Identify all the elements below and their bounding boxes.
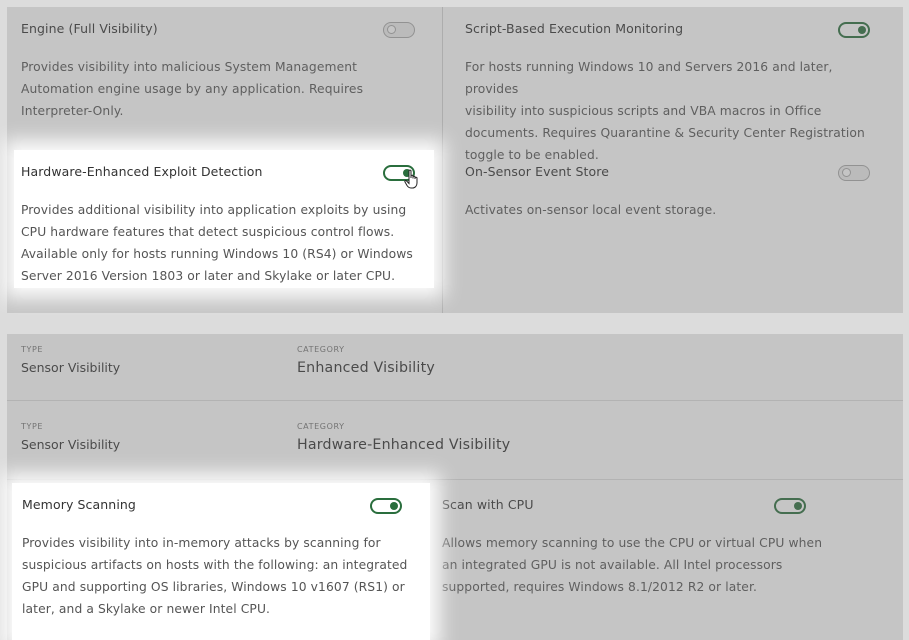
description-line: suspicious artifacts on hosts with the f… (22, 558, 408, 572)
description-line: CPU hardware features that detect suspic… (21, 225, 395, 239)
category-label: CATEGORY (297, 345, 345, 354)
setting-scan-with-cpu: Scan with CPU Allows memory scanning to … (442, 497, 862, 607)
setting-title: Hardware-Enhanced Exploit Detection (21, 164, 263, 179)
description-line: GPU and supporting OS libraries, Windows… (22, 580, 405, 594)
description-line: Provides visibility into in-memory attac… (22, 536, 381, 550)
setting-hardware-enhanced-exploit-detection: Hardware-Enhanced Exploit Detection Prov… (14, 150, 434, 288)
description-line: Provides additional visibility into appl… (21, 203, 407, 217)
type-value: Sensor Visibility (21, 437, 121, 452)
scan-with-cpu-toggle[interactable] (774, 498, 806, 514)
description-line: Available only for hosts running Windows… (21, 247, 413, 261)
toggle-knob (794, 502, 802, 510)
setting-description: Allows memory scanning to use the CPU or… (442, 532, 822, 598)
description-line: visibility into suspicious scripts and V… (465, 104, 822, 118)
category-value: Hardware-Enhanced Visibility (297, 437, 511, 453)
script-based-execution-monitoring-toggle[interactable] (838, 22, 870, 38)
type-label: TYPE (21, 345, 44, 354)
hand-pointer-icon (404, 169, 418, 189)
column-divider (442, 7, 443, 313)
description-line: Provides visibility into malicious Syste… (21, 60, 358, 74)
setting-title: Script-Based Execution Monitoring (465, 21, 684, 36)
toggle-knob (390, 502, 398, 510)
category-value: Enhanced Visibility (297, 360, 435, 376)
description-line: an integrated GPU is not available. All … (442, 558, 783, 572)
type-value: Sensor Visibility (21, 360, 121, 375)
setting-title: Engine (Full Visibility) (21, 21, 158, 36)
category-label: CATEGORY (297, 422, 345, 431)
setting-engine-full-visibility: Engine (Full Visibility) Provides visibi… (21, 21, 421, 131)
setting-description: Activates on-sensor local event storage. (465, 199, 716, 221)
settings-panel-bottom: TYPE Sensor Visibility CATEGORY Enhanced… (7, 334, 903, 640)
type-label: TYPE (21, 422, 44, 431)
engine-full-visibility-toggle[interactable] (383, 22, 415, 38)
description-line: later, and a Skylake or newer Intel CPU. (22, 602, 271, 616)
setting-description: Provides additional visibility into appl… (21, 199, 413, 287)
description-line: Interpreter-Only. (21, 104, 124, 118)
toggle-knob (858, 26, 866, 34)
description-line: Server 2016 Version 1803 or later and Sk… (21, 269, 396, 283)
setting-title: On-Sensor Event Store (465, 164, 610, 179)
setting-title: Memory Scanning (22, 497, 136, 512)
setting-description: Provides visibility into malicious Syste… (21, 56, 363, 122)
description-line: Allows memory scanning to use the CPU or… (442, 536, 823, 550)
description-line: Activates on-sensor local event storage. (465, 203, 717, 217)
setting-memory-scanning: Memory Scanning Provides visibility into… (12, 483, 430, 640)
description-line: toggle to be enabled. (465, 148, 599, 162)
setting-title: Scan with CPU (442, 497, 534, 512)
on-sensor-event-store-toggle[interactable] (838, 165, 870, 181)
toggle-knob (387, 25, 396, 34)
setting-script-based-execution-monitoring: Script-Based Execution Monitoring For ho… (465, 21, 885, 162)
description-line: Automation engine usage by any applicati… (21, 82, 364, 96)
settings-panel-top: Engine (Full Visibility) Provides visibi… (7, 7, 903, 313)
setting-description: For hosts running Windows 10 and Servers… (465, 56, 885, 166)
description-line: supported, requires Windows 8.1/2012 R2 … (442, 580, 757, 594)
toggle-knob (842, 168, 851, 177)
setting-description: Provides visibility into in-memory attac… (22, 532, 407, 620)
group-divider (7, 479, 903, 480)
memory-scanning-toggle[interactable] (370, 498, 402, 514)
setting-on-sensor-event-store: On-Sensor Event Store Activates on-senso… (465, 164, 885, 224)
group-divider (7, 400, 903, 401)
description-line: For hosts running Windows 10 and Servers… (465, 60, 833, 96)
description-line: documents. Requires Quarantine & Securit… (465, 126, 865, 140)
